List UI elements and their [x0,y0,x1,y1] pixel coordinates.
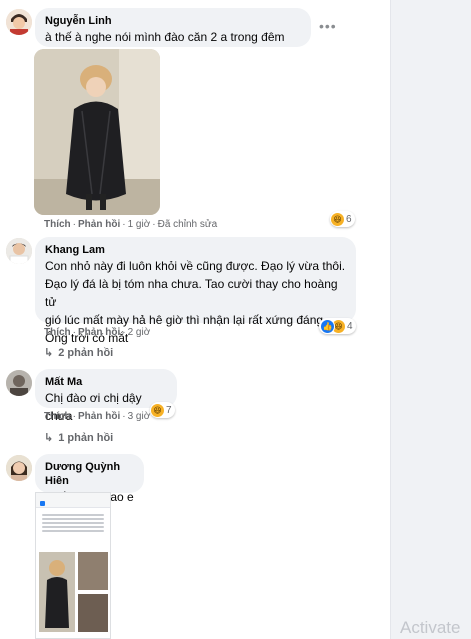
screenshot-toolbar [36,493,110,508]
avatar-photo-icon [6,370,32,396]
comment-author[interactable]: Nguyễn Linh [45,14,301,28]
avatar[interactable] [6,370,32,396]
photo-woman-in-black-coat [34,49,160,215]
replies-count: 1 phản hồi [58,432,114,444]
screenshot-photos [39,552,108,632]
avatar-photo-icon [6,238,32,264]
right-sidebar [390,0,471,639]
timestamp[interactable]: 1 giờ [128,219,151,230]
replies-count: 2 phản hồi [58,347,114,359]
comment-text-line: Đạo lý đá là bị tóm nha chưa. Tao cười t… [45,277,338,309]
comment-actions: Thích · Phản hồi · 2 giờ [44,327,151,338]
comment-screenshot-image[interactable] [35,492,111,639]
view-replies-link[interactable]: ↳ 2 phản hồi [44,346,113,359]
activate-watermark: Activate [400,618,461,637]
reply-arrow-icon: ↳ [44,432,54,444]
screenshot-text-line [42,514,104,516]
screenshot-text-line [42,518,104,520]
view-replies-link[interactable]: ↳ 1 phản hồi [44,431,113,444]
reply-link[interactable]: Phản hồi [78,327,120,338]
avatar[interactable] [6,238,32,264]
comment-bubble: Khang Lam Con nhỏ này đi luôn khỏi về cũ… [35,237,356,345]
comment-text-line: Con nhỏ này đi luôn khỏi về cũng được. Đ… [45,259,346,273]
avatar[interactable] [6,455,32,481]
haha-icon: 😆 [331,212,344,226]
comment-bubble: Nguyễn Linh à thế à nghe nói mình đào că… [35,8,311,62]
timestamp[interactable]: 2 giờ [128,327,151,338]
reaction-count: 6 [346,213,352,225]
reply-link[interactable]: Phản hồi [78,411,120,422]
like-link[interactable]: Thích [44,327,71,338]
reaction-summary[interactable]: 😆 7 [150,402,175,418]
like-link[interactable]: Thích [44,411,71,422]
reply-arrow-icon: ↳ [44,347,54,359]
reaction-summary[interactable]: 😆 6 [330,211,355,227]
timestamp[interactable]: 3 giờ [128,411,151,422]
reaction-count: 7 [166,404,172,416]
reaction-count: 4 [347,320,353,332]
reply-link[interactable]: Phản hồi [78,219,120,230]
comment-actions: Thích · Phản hồi · 3 giờ [44,411,151,422]
facebook-icon [40,501,45,506]
like-link[interactable]: Thích [44,219,71,230]
more-icon[interactable]: ••• [319,18,337,34]
edited-label: Đã chỉnh sửa [157,219,218,230]
avatar-photo-icon [6,455,32,481]
comment-author[interactable]: Dương Quỳnh Hiên [45,460,134,488]
comment-bubble: Dương Quỳnh Hiên Thế này là sao e [35,454,144,504]
comment-actions: Thích · Phản hồi · 1 giờ · Đã chỉnh sửa [44,219,218,230]
avatar-photo-icon [6,9,32,35]
like-icon: 👍 [320,318,335,334]
screenshot-text-line [42,522,104,524]
comment-author[interactable]: Khang Lam [45,243,346,257]
comment-photo[interactable] [34,49,160,215]
reaction-summary[interactable]: 👍 😆 4 [319,318,356,334]
screenshot-text-line [42,526,104,528]
avatar[interactable] [6,9,32,35]
haha-icon: 😆 [151,403,164,417]
screenshot-text-line [42,530,104,532]
comment-author[interactable]: Mất Ma [45,375,167,389]
